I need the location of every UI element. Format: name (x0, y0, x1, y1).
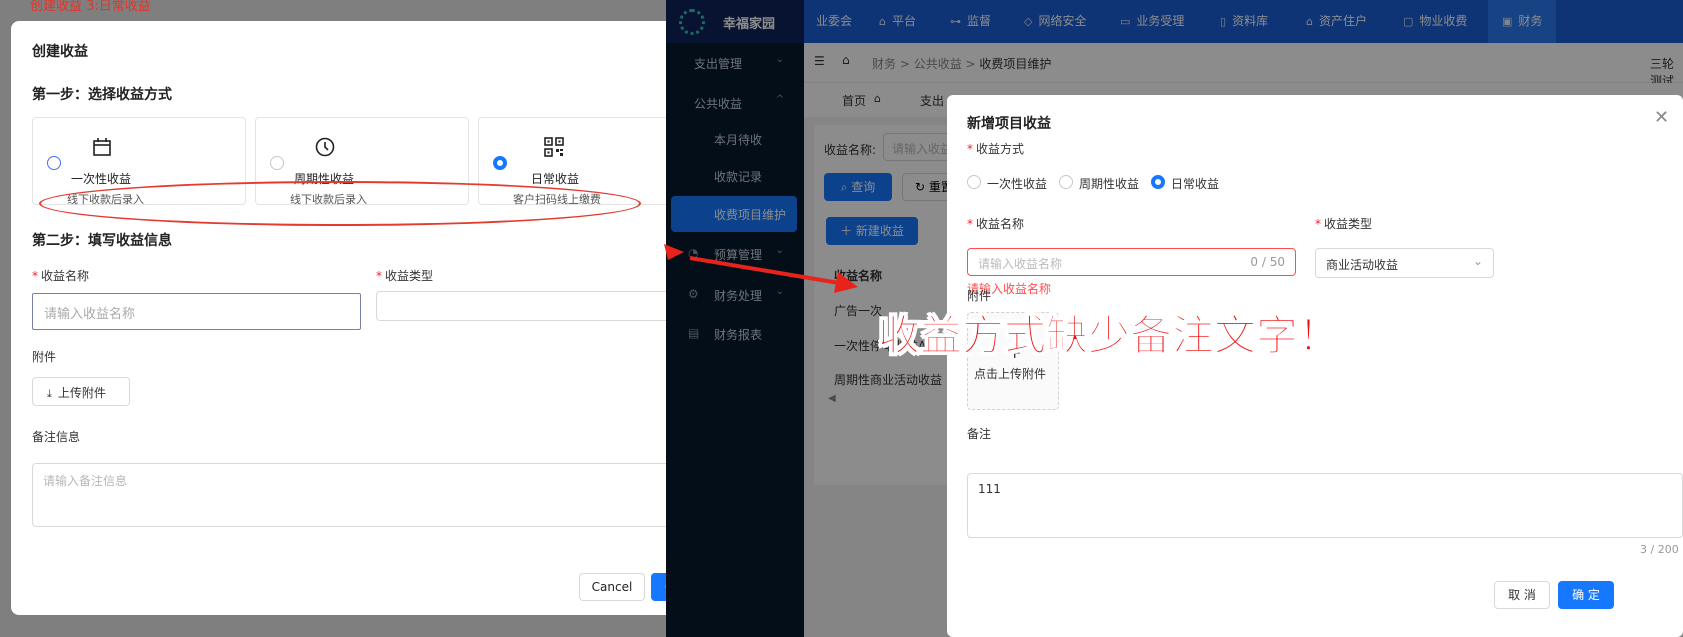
design-note-textarea[interactable]: 请输入备注信息 (32, 463, 686, 527)
radio-daily-label[interactable]: 日常收益 (1171, 175, 1219, 192)
step2-heading: 第二步：填写收益信息 (32, 233, 172, 249)
add-income-modal: 新增项目收益 ✕ * 收益方式 一次性收益 周期性收益 日常收益 * 收益名称 * 收… (947, 95, 1683, 637)
chevron-down-icon: ⌄ (1472, 254, 1483, 268)
note-char-count: 3 / 200 (1640, 543, 1679, 556)
close-icon[interactable]: ✕ (1654, 107, 1669, 128)
design-attach-label: 附件 (32, 350, 57, 364)
radio-periodic[interactable] (1059, 175, 1073, 189)
radio-periodic-label[interactable]: 周期性收益 (1079, 175, 1139, 192)
card-once-radio[interactable] (47, 156, 61, 170)
design-mockup: 创建收益 3:日常收益 创建收益 第一步：选择收益方式 一次性收益 线下收款后录… (0, 0, 686, 637)
modal-ok-button[interactable]: 确 定 (1558, 581, 1614, 609)
annotation-ellipse (39, 181, 641, 226)
step1-heading: 第一步：选择收益方式 (32, 87, 172, 103)
card-daily-radio[interactable] (493, 156, 507, 170)
calendar-icon (93, 138, 111, 156)
design-type-label: * 收益类型 (376, 269, 434, 283)
design-upload-button[interactable]: ⤓ 上传附件 (32, 377, 130, 406)
radio-daily[interactable] (1151, 175, 1165, 189)
clock-icon (315, 137, 335, 157)
radio-once-label[interactable]: 一次性收益 (987, 175, 1047, 192)
upload-icon: ⤓ (47, 387, 52, 400)
name-char-count: 0 / 50 (1250, 255, 1285, 269)
design-modal-title: 创建收益 (32, 44, 88, 60)
design-modal: 创建收益 第一步：选择收益方式 一次性收益 线下收款后录入 周期性收益 线下收款… (11, 21, 686, 615)
card-daily-name: 日常收益 (531, 172, 580, 186)
modal-name-label: * 收益名称 (967, 217, 1025, 231)
card-periodic-radio[interactable] (270, 156, 284, 170)
card-once-name: 一次性收益 (71, 172, 132, 186)
method-label: * 收益方式 (967, 142, 1025, 156)
design-type-select[interactable] (376, 291, 686, 321)
modal-title: 新增项目收益 (967, 116, 1051, 132)
qrcode-icon (544, 137, 564, 157)
annotation-text: 收益方式缺少备注文字！ (877, 311, 1341, 361)
modal-note-textarea[interactable]: 111 (967, 473, 1683, 538)
radio-once[interactable] (967, 175, 981, 189)
screenshot-root: 创建收益 3:日常收益 创建收益 第一步：选择收益方式 一次性收益 线下收款后录… (0, 0, 1683, 637)
design-caption: 创建收益 3:日常收益 (30, 0, 151, 14)
modal-type-label: * 收益类型 (1315, 217, 1373, 231)
design-note-label: 备注信息 (32, 430, 81, 444)
modal-name-input[interactable]: 请输入收益名称 0 / 50 (967, 248, 1296, 276)
design-cancel-button[interactable]: Cancel (579, 573, 645, 601)
design-name-input[interactable]: 请输入收益名称 (32, 293, 361, 330)
design-name-label: * 收益名称 (32, 269, 90, 283)
modal-type-select[interactable]: 商业活动收益 ⌄ (1315, 248, 1494, 278)
modal-cancel-button[interactable]: 取 消 (1494, 581, 1550, 609)
modal-note-label: 备注 (967, 427, 992, 441)
